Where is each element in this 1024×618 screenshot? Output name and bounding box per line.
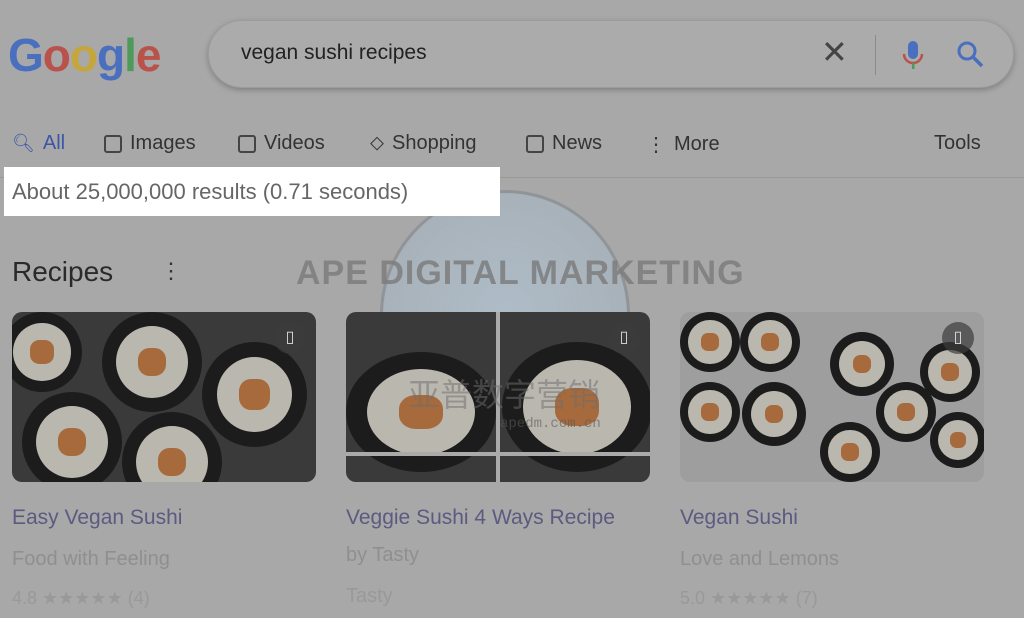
news-icon [526, 134, 544, 153]
recipe-source: Tasty [346, 585, 393, 607]
recipe-byline: by Tasty [346, 544, 419, 566]
search-icon: 🔍︎ [12, 133, 35, 153]
recipe-source: Love and Lemons [680, 548, 840, 570]
divider [875, 35, 876, 75]
tab-images[interactable]: Images [104, 132, 196, 155]
search-icon[interactable] [955, 39, 985, 69]
bookmark-icon[interactable]: ▯ [942, 322, 974, 354]
bookmark-icon[interactable]: ▯ [274, 322, 306, 354]
clear-icon[interactable]: ✕ [821, 33, 848, 71]
tab-shopping[interactable]: ⬦ Shopping [370, 132, 477, 155]
kebab-icon: ⋮ [646, 134, 666, 156]
watermark-text: APE DIGITAL MARKETING [296, 254, 745, 292]
microphone-icon[interactable] [901, 39, 925, 71]
recipe-rating: 4.8 ★★★★★ (4) [12, 588, 150, 608]
search-tabs: 🔍︎ All Images Videos ⬦ Shopping News ⋮ More… [12, 132, 1024, 162]
watermark-chinese: 亚普数字营销 [408, 377, 601, 413]
recipe-source: Food with Feeling [12, 548, 170, 570]
results-stats-highlight: About 25,000,000 results (0.71 seconds) [4, 167, 500, 216]
image-icon [104, 134, 122, 153]
recipe-card-image[interactable]: ▯ [680, 312, 984, 482]
recipe-card-image[interactable]: ▯ [12, 312, 316, 482]
tab-videos[interactable]: Videos [238, 132, 325, 155]
recipe-title[interactable]: Veggie Sushi 4 Ways Recipe [346, 506, 615, 530]
search-input[interactable]: vegan sushi recipes [241, 41, 427, 65]
bookmark-icon[interactable]: ▯ [608, 322, 640, 354]
search-box[interactable]: vegan sushi recipes ✕ [208, 20, 1014, 88]
recipe-title[interactable]: Vegan Sushi [680, 506, 798, 530]
results-stats: About 25,000,000 results (0.71 seconds) [12, 179, 409, 204]
recipe-rating: 5.0 ★★★★★ (7) [680, 588, 818, 608]
tab-news[interactable]: News [526, 132, 602, 155]
tab-all[interactable]: 🔍︎ All [12, 132, 65, 155]
kebab-icon[interactable]: ⋮ [160, 258, 182, 284]
play-icon [238, 134, 256, 153]
section-title: Recipes [12, 256, 114, 287]
tag-icon: ⬦ [370, 132, 384, 154]
watermark-url: apedm.com.cn [500, 416, 601, 432]
tab-more[interactable]: ⋮ More [646, 132, 720, 157]
recipe-title[interactable]: Easy Vegan Sushi [12, 506, 182, 530]
tools-button[interactable]: Tools [934, 132, 981, 155]
google-logo[interactable]: Google [8, 28, 161, 82]
